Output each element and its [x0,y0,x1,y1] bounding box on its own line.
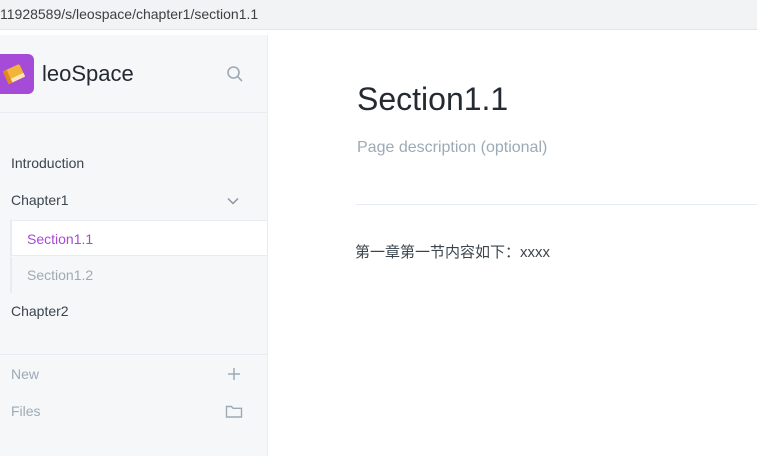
sidebar-item-label: Introduction [11,155,85,171]
sidebar-item-section1-2[interactable]: Section1.2 [10,257,267,293]
space-header: leoSpace [0,35,267,113]
url-text[interactable]: 11928589/s/leospace/chapter1/section1.1 [0,6,258,22]
sidebar-item-label: Section1.1 [27,231,94,247]
body-paragraph[interactable]: 第一章第一节内容如下：xxxx [355,241,550,262]
sidebar-item-introduction[interactable]: Introduction [0,145,267,181]
search-icon[interactable] [226,65,244,83]
page-content: Section1.1 Page description (optional) 第… [268,35,757,456]
sidebar-item-label: Chapter2 [11,303,69,319]
content-divider [356,204,757,205]
page-title[interactable]: Section1.1 [357,81,508,118]
sidebar-item-chapter2[interactable]: Chapter2 [0,293,267,329]
sidebar-item-label: Chapter1 [11,192,69,208]
page-description-field[interactable]: Page description (optional) [357,139,547,157]
new-label: New [11,366,40,382]
folder-icon[interactable] [225,402,243,420]
sidebar-item-section1-1[interactable]: Section1.1 [10,220,267,256]
space-name[interactable]: leoSpace [42,61,134,87]
files-label: Files [11,403,41,419]
book-logo-icon[interactable] [0,54,34,94]
chevron-down-icon[interactable] [226,194,240,208]
sidebar-divider [0,354,267,355]
sidebar-item-label: Section1.2 [27,267,94,283]
sidebar: leoSpace Introduction Chapter1 Section1.… [0,35,268,456]
new-button[interactable]: New [0,357,267,391]
sidebar-item-chapter1[interactable]: Chapter1 [0,182,267,218]
plus-icon[interactable] [225,365,243,383]
browser-address-bar[interactable]: 11928589/s/leospace/chapter1/section1.1 [0,0,757,30]
files-button[interactable]: Files [0,394,267,428]
